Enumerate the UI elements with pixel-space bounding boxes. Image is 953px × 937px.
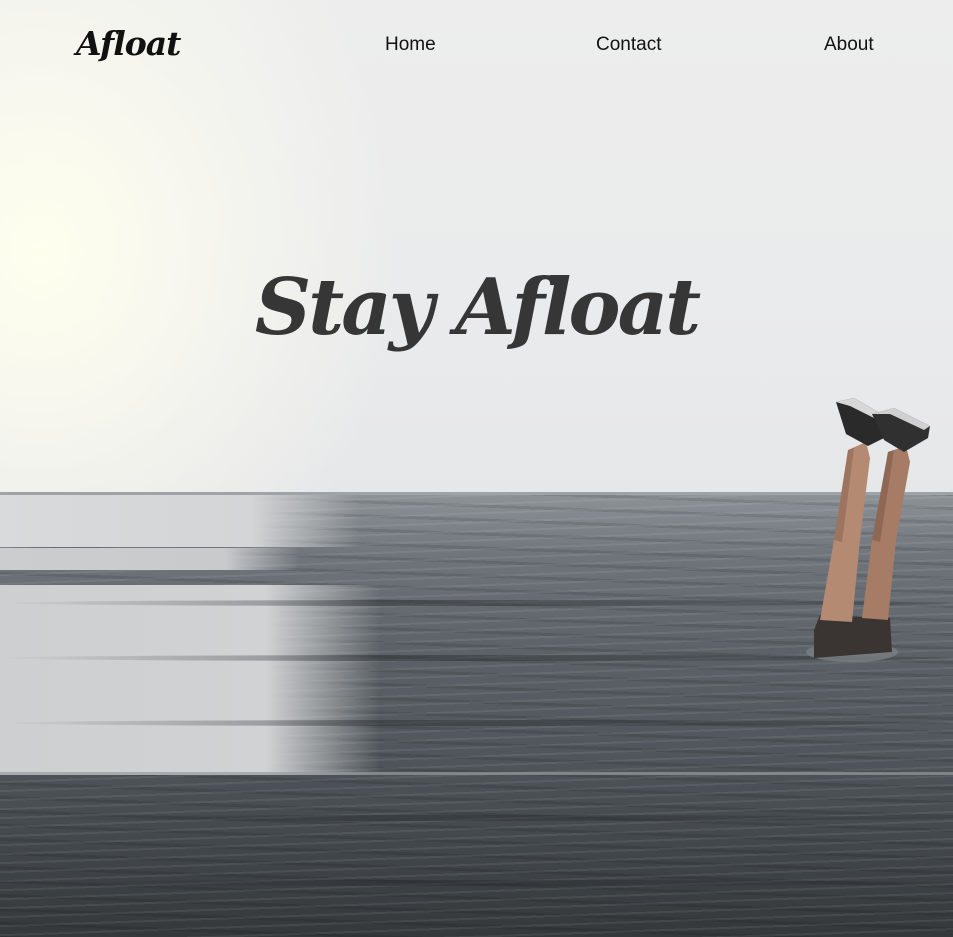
nav-link-contact[interactable]: Contact (596, 34, 661, 56)
sea-seam-line (0, 772, 953, 775)
haze-band-middle (0, 548, 300, 570)
haze-band-lower (0, 585, 380, 775)
hero-background-image (0, 0, 953, 937)
page: Afloat Home Contact About Stay Afloat (0, 0, 953, 937)
hero-title: Stay Afloat (254, 262, 701, 353)
nav-link-about[interactable]: About (824, 34, 874, 56)
wave-ripple (0, 880, 953, 886)
nav-link-home[interactable]: Home (385, 34, 436, 56)
haze-band-top (0, 495, 360, 547)
site-header: Afloat Home Contact About (0, 0, 953, 92)
brand-logo[interactable]: Afloat (76, 24, 181, 63)
wave-ripple (0, 815, 953, 821)
wave-ripple (0, 720, 953, 726)
person-diving-into-sea-icon (806, 398, 930, 662)
